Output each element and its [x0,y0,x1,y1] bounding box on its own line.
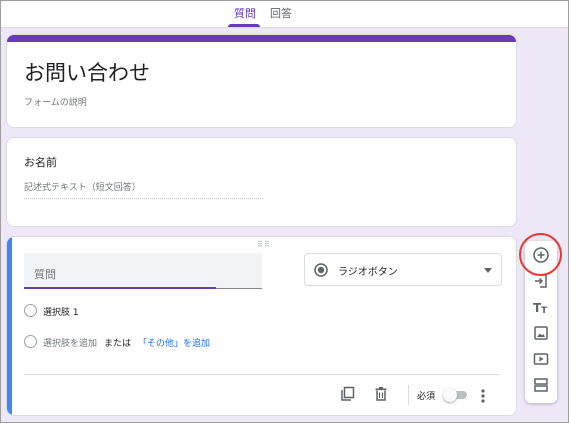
or-text: または [104,339,132,349]
add-question-icon[interactable] [532,246,550,264]
required-toggle[interactable] [443,388,469,402]
add-section-icon[interactable] [532,376,550,394]
active-card-accent [7,237,12,415]
footer-divider [408,385,409,405]
question-type-label: ラジオボタン [338,267,398,278]
toggle-thumb [443,388,457,402]
more-vert-icon[interactable] [478,387,488,405]
duplicate-icon[interactable] [339,385,357,403]
question-type-dropdown[interactable]: ラジオボタン [304,253,502,286]
tab-responses[interactable]: 回答 [270,0,292,28]
form-tab-bar: 質問 回答 [0,0,569,28]
required-label: 必須 [417,392,436,402]
question-title-input[interactable] [24,253,262,289]
add-option-row: 選択肢を追加 または 「その他」を追加 [24,335,324,349]
card-footer-divider [24,374,499,375]
add-other-link[interactable]: 「その他」を追加 [138,336,210,349]
add-image-icon[interactable] [532,324,550,342]
drag-handle-icon[interactable]: ⠿⠿ [257,240,271,249]
question-input-focus-line [24,287,216,289]
chevron-down-icon [484,268,492,273]
active-tab-indicator [228,24,260,27]
add-title-icon[interactable]: T T [532,298,550,316]
question-title: お名前 [24,156,57,169]
option-label[interactable]: 選択肢 1 [43,305,79,318]
add-option-button[interactable]: 選択肢を追加 [43,336,97,349]
import-questions-icon[interactable] [532,272,550,290]
radio-button-icon [314,263,328,277]
radio-circle-icon [24,335,37,348]
radio-circle-icon [24,304,37,317]
short-answer-placeholder: 記述式テキスト（短文回答） [24,180,263,199]
form-title[interactable]: お問い合わせ [24,57,150,87]
question-card-name[interactable]: お名前 記述式テキスト（短文回答） [6,137,517,227]
form-description[interactable]: フォームの説明 [24,95,87,108]
floating-toolbar: T T [525,241,557,403]
active-question-card[interactable]: ⠿⠿ ラジオボタン 選択肢 1 選択肢を追加 または 「その他」を追加 必須 [6,236,517,416]
svg-text:T: T [541,306,548,316]
add-video-icon[interactable] [532,350,550,368]
form-title-card[interactable]: お問い合わせ フォームの説明 [6,34,517,128]
delete-icon[interactable] [372,385,390,403]
title-card-accent [7,35,516,42]
option-item: 選択肢 1 [24,304,224,318]
